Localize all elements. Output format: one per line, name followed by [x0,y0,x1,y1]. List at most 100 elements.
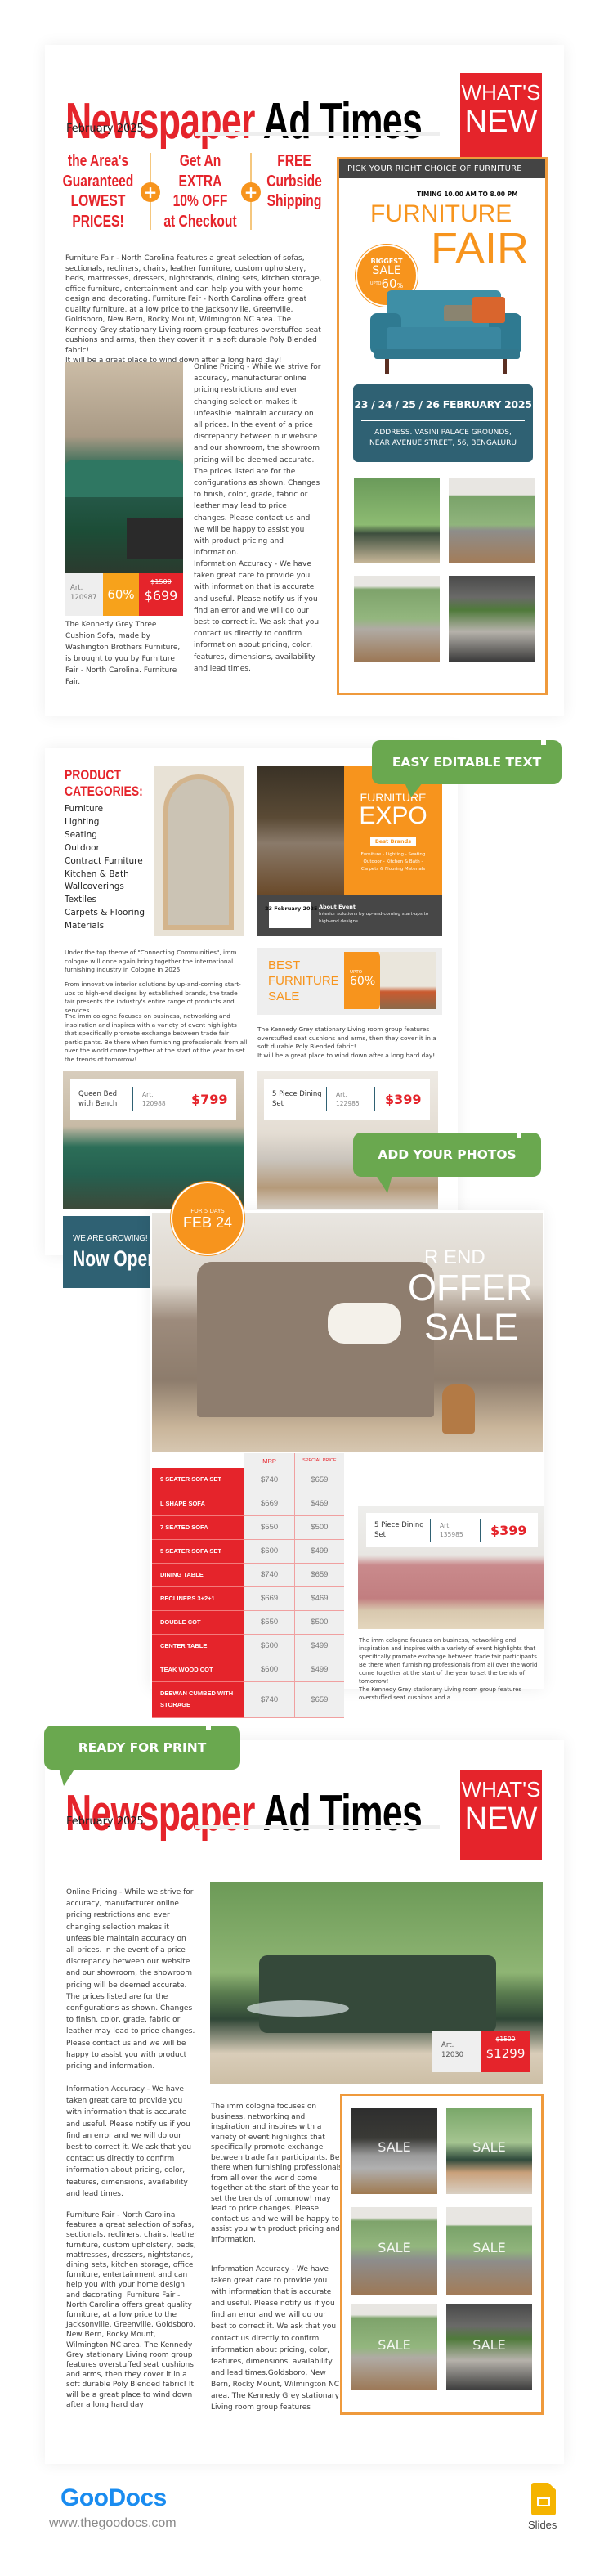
category-item[interactable]: Outdoor [65,842,145,855]
special-price-cell: $500 [294,1610,344,1635]
item-name-cell: RECLINERS 3+2+1 [152,1586,245,1611]
green-sofa-photo [65,362,183,573]
category-item[interactable]: Contract Furniture [65,855,145,868]
tag-art: Art. 122985 [327,1090,374,1108]
goodocs-logo[interactable]: GooDocs [60,2484,167,2512]
category-item[interactable]: Furniture [65,803,145,816]
offer-line3: SALE [424,1306,519,1348]
tag-art: Art. 120988 [133,1090,181,1108]
category-item[interactable]: Kitchen & Bath [65,868,145,882]
categories-list: Furniture Lighting Seating Outdoor Contr… [65,803,145,933]
info-accuracy-text: Information Accuracy - We have taken gre… [194,560,320,673]
fair-timing: TIMING 10.00 AM TO 8.00 PM [417,191,518,198]
masthead-date-2: February 2025 [66,1815,144,1828]
green-sectional-photo: Art. 12030 $1500 $1299 [210,1882,543,2084]
sale-photo-6: SALE [446,2304,532,2390]
category-item[interactable]: Wallcoverings [65,881,145,894]
tag-price: $799 [191,1091,228,1107]
whats-new-badge: WHAT'S NEW [460,73,542,163]
tag-name: 5 Piece Dining Set [374,1521,424,1539]
connecting-communities-text: Under the top theme of "Connecting Commu… [65,949,237,973]
callout-text: EASY EDITABLE TEXT [392,755,542,770]
offer-line2: OFFER [408,1267,533,1308]
category-item[interactable]: Textiles [65,894,145,907]
pink-sofa-photo: 5 Piece Dining Set Art. 135985 $399 [358,1506,544,1629]
promo-line: EXTRA [178,172,222,191]
goodocs-url[interactable]: www.thegoodocs.com [49,2516,177,2531]
fair-divider [361,420,525,421]
tag-art-label: Art. [336,1091,347,1098]
intro-text: Furniture Fair - North Carolina features… [65,254,323,366]
feb-badge-top: FOR 5 DAYS [190,1208,225,1214]
child-shape [328,1303,401,1344]
callout-pointer [376,1175,392,1193]
expo-photo [257,766,344,895]
offer-text: R END OFFER SALE [408,1246,533,1348]
special-price-cell: $499 [294,1634,344,1658]
masthead-red: Newspaper [65,1785,255,1842]
tag-art-number: 135985 [440,1531,463,1538]
dining-set-tag-2: 5 Piece Dining Set Art. 135985 $399 [366,1513,538,1547]
table-header-mrp: MRP [244,1453,295,1468]
price-table: MRP SPECIAL PRICE 9 SEATER SOFA SET $740 $… [152,1453,344,1718]
promo-line: Curbside [266,172,322,191]
category-item[interactable]: Lighting [65,816,145,829]
categories-title-line: PRODUCT [65,767,121,783]
promo-line: FREE [277,152,311,170]
category-item[interactable]: Seating [65,829,145,842]
price-tag: Art. 120987 60% $1500 $699 [65,573,183,616]
discount-box: 60% [103,573,139,616]
table-row: TEAK WOOD COT $600 $499 [152,1658,344,1682]
badge-line1: WHAT'S [461,1777,541,1802]
category-item[interactable]: Carpets & Flooring [65,907,145,920]
masthead-title-2: Newspaper Ad Times [65,1785,423,1842]
table-row: DEEWAN CUMBED WITH STORAGE $740 $659 [152,1681,344,1718]
sale-line: FURNITURE [268,974,339,988]
fair-header: PICK YOUR RIGHT CHOICE OF FURNITURE [339,159,545,178]
promo-lowest-prices: the Area's Guaranteed LOWEST PRICES! [53,151,142,231]
mrp-cell: $669 [244,1492,295,1516]
item-name-cell: 9 SEATER SOFA SET [152,1468,245,1492]
sale-overlay: SALE [472,2139,506,2155]
sale-overlay: SALE [378,2139,411,2155]
best-brands-button[interactable]: Best Brands [369,837,417,846]
promo-free-shipping: FREE Curbside Shipping [253,151,335,212]
sale-photo-5: SALE [351,2304,437,2390]
promo-extra-off: Get An EXTRA 10% OFF at Checkout [155,151,244,231]
tag-art-number: 120988 [142,1100,166,1107]
promo-line: PRICES! [72,212,124,231]
page-4: Newspaper Ad Times February 2025 WHAT'S … [45,1740,564,2464]
fair-text-2: Furniture Fair - North Carolina features… [66,2211,197,2409]
mrp-cell: $600 [244,1658,295,1682]
tag-art-label: Art. [142,1091,154,1098]
trade-fair-text: From innovative interior solutions by up… [65,981,241,1014]
intro-body: Furniture Fair - North Carolina features… [65,254,322,355]
special-price-cell: $659 [294,1468,344,1492]
art-number: 12030 [441,2051,464,2059]
item-name-cell: DOUBLE COT [152,1610,245,1635]
fair-photo-2 [449,478,535,563]
table-header-blank [152,1453,244,1468]
fair-photo-1 [354,478,440,563]
teal-sofa-illustration [370,290,521,374]
table-header-special: SPECIAL PRICE [294,1453,344,1468]
special-price-cell: $659 [294,1563,344,1587]
kennedy-text: The Kennedy Grey stationary Living room … [257,1025,442,1060]
sale-overlay: SALE [378,2337,411,2353]
offer-line1: R END [424,1246,485,1268]
fair-address-2: NEAR AVENUE STREET, 56, BENGALURU [369,439,517,447]
promo-line: Get An [179,152,221,170]
new-price-box: $1500 $699 [139,573,183,616]
item-name-cell: TEAK WOOD COT [152,1658,245,1682]
queen-bed-tag: Queen Bed with Bench Art. 120988 $799 [70,1079,236,1120]
art-box: Art. 12030 [432,2031,481,2072]
special-price-cell: $469 [294,1586,344,1611]
tag-name: Queen Bed with Bench [78,1090,118,1108]
furniture-fair-ad: PICK YOUR RIGHT CHOICE OF FURNITURE TIMI… [337,157,548,695]
expo-title-2: EXPO [359,802,427,829]
easy-editable-callout: EASY EDITABLE TEXT [372,740,562,797]
masthead-date: February 2025 [66,123,144,135]
category-item[interactable]: Materials [65,920,145,933]
art-box: Art. 120987 [65,573,103,616]
product-caption: The Kennedy Grey Three Cushion Sofa, mad… [65,621,181,686]
